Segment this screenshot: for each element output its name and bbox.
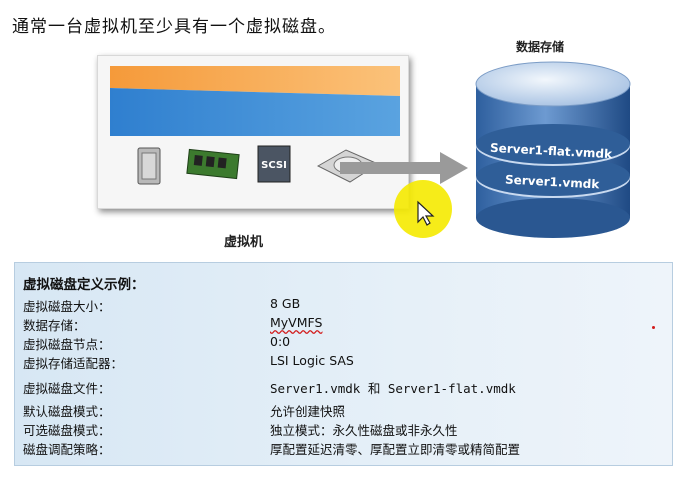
svg-text:SCSI: SCSI: [261, 160, 287, 171]
row-value-optional-mode: 独立模式：永久性磁盘或非永久性: [270, 423, 458, 438]
vm-label: 虚拟机: [224, 235, 264, 250]
row-label-node: 虚拟磁盘节点：: [23, 337, 111, 352]
row-value-files: Server1.vmdk 和 Server1-flat.vmdk: [270, 381, 516, 396]
row-value-provisioning: 厚配置延迟清零、厚配置立即清零或精简配置: [270, 442, 521, 457]
row-value-default-mode: 允许创建快照: [270, 404, 346, 419]
cursor-highlight-icon: [394, 180, 452, 238]
row-label-size: 虚拟磁盘大小：: [23, 299, 111, 314]
annotation-dot: [652, 326, 655, 329]
row-label-files: 虚拟磁盘文件：: [23, 381, 111, 396]
row-value-adapter: LSI Logic SAS: [270, 353, 354, 368]
row-value-node: 0:0: [270, 334, 291, 349]
row-value-datastore: MyVMFS: [270, 315, 323, 330]
row-label-provisioning: 磁盘调配策略：: [23, 442, 111, 457]
disk-definition-example: 虚拟磁盘定义示例： 虚拟磁盘大小： 8 GB 数据存储： MyVMFS 虚拟磁盘…: [14, 262, 673, 466]
row-label-default-mode: 默认磁盘模式：: [23, 404, 111, 419]
row-label-adapter: 虚拟存储适配器：: [23, 356, 124, 371]
scsi-adapter-icon: SCSI: [257, 145, 291, 183]
example-heading: 虚拟磁盘定义示例：: [23, 277, 145, 293]
cpu-icon: [137, 147, 161, 185]
slide-title: 通常一台虚拟机至少具有一个虚拟磁盘。: [12, 17, 336, 37]
memory-icon: [186, 148, 240, 180]
vm-color-stripes: [110, 66, 400, 136]
row-value-size: 8 GB: [270, 296, 301, 311]
row-label-optional-mode: 可选磁盘模式：: [23, 423, 111, 438]
row-label-datastore: 数据存储：: [23, 318, 86, 333]
